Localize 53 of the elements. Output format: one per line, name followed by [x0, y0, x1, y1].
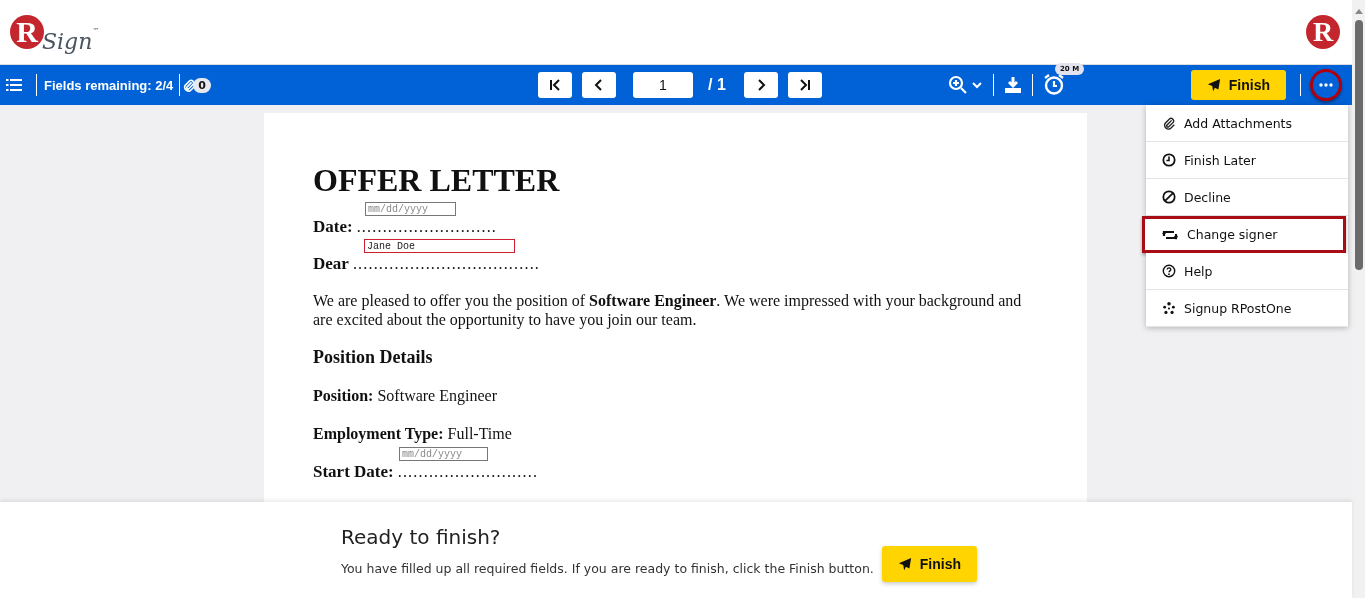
form-field[interactable]: Jane Doe — [364, 239, 515, 254]
page-total: / 1 — [708, 76, 726, 94]
paperclip-icon[interactable] — [182, 77, 197, 93]
logo-word: Sign — [42, 31, 93, 53]
more-icon — [1319, 83, 1333, 87]
skip-forward-icon — [797, 78, 812, 92]
next-page-button[interactable] — [743, 72, 778, 98]
previous-page-button[interactable] — [582, 72, 616, 98]
menu-item[interactable]: Help — [1146, 253, 1348, 290]
section-heading: Position Details — [313, 347, 434, 369]
body-paragraph: We are pleased to offer you the position of Software Engineer. We were impressed with your background and are excited about the opportunity to have you join our team. — [313, 291, 1023, 330]
document-title: OFFER LETTER — [313, 161, 561, 200]
chevron-down-icon[interactable] — [971, 80, 983, 90]
download-icon[interactable] — [1004, 76, 1022, 94]
menu-item[interactable]: Finish Later — [1146, 142, 1348, 179]
menu-item[interactable]: Signup RPostOne — [1146, 290, 1348, 327]
first-page-button[interactable] — [538, 72, 572, 98]
finish-button[interactable]: Finish — [881, 546, 978, 582]
menu-item[interactable]: Decline — [1146, 179, 1348, 216]
zoom-in-icon[interactable] — [948, 75, 968, 95]
dotted-line: .................................... — [352, 255, 541, 273]
page-number-field[interactable]: 1 — [633, 72, 693, 98]
form-field[interactable]: mm/dd/yyyy — [399, 447, 488, 462]
clock-icon — [1162, 153, 1176, 167]
send-icon — [1206, 78, 1221, 92]
ban-icon — [1162, 190, 1176, 204]
send-icon — [897, 557, 912, 571]
scrollbar[interactable] — [1352, 0, 1365, 598]
footer-message: You have filled up all required fields. If you are ready to finish, click the Finish button. — [341, 560, 874, 576]
finish-button[interactable]: Finish — [1190, 70, 1286, 100]
spark-icon — [1162, 301, 1176, 315]
field-label: Date: — [313, 217, 353, 237]
menu-item[interactable]: Change signer — [1142, 216, 1346, 253]
footer-title: Ready to finish? — [341, 524, 502, 549]
skip-back-icon — [548, 78, 562, 92]
detail-line: Position: Software Engineer — [313, 386, 498, 407]
dotted-line: ........................... — [356, 218, 498, 236]
detail-line: Employment Type: Full-Time — [313, 424, 513, 445]
help-icon — [1162, 264, 1176, 278]
last-page-button[interactable] — [787, 72, 822, 98]
more-button[interactable] — [1310, 69, 1342, 101]
form-field[interactable]: mm/dd/yyyy — [365, 202, 456, 217]
menu-icon[interactable] — [6, 78, 22, 92]
fields-remaining-label: Fields remaining: 2/4 — [44, 77, 174, 93]
dotted-line: ........................... — [397, 463, 539, 481]
alarm-clock-icon[interactable] — [1043, 73, 1065, 95]
field-label: Start Date: — [313, 462, 394, 482]
field-label: Dear — [313, 254, 349, 274]
brand-badge: R — [1306, 15, 1340, 49]
menu-item[interactable]: Add Attachments — [1146, 105, 1348, 142]
attachment-count: 0 — [193, 77, 211, 93]
scroll-up-icon[interactable] — [1354, 8, 1363, 14]
paperclip-icon — [1162, 116, 1176, 130]
